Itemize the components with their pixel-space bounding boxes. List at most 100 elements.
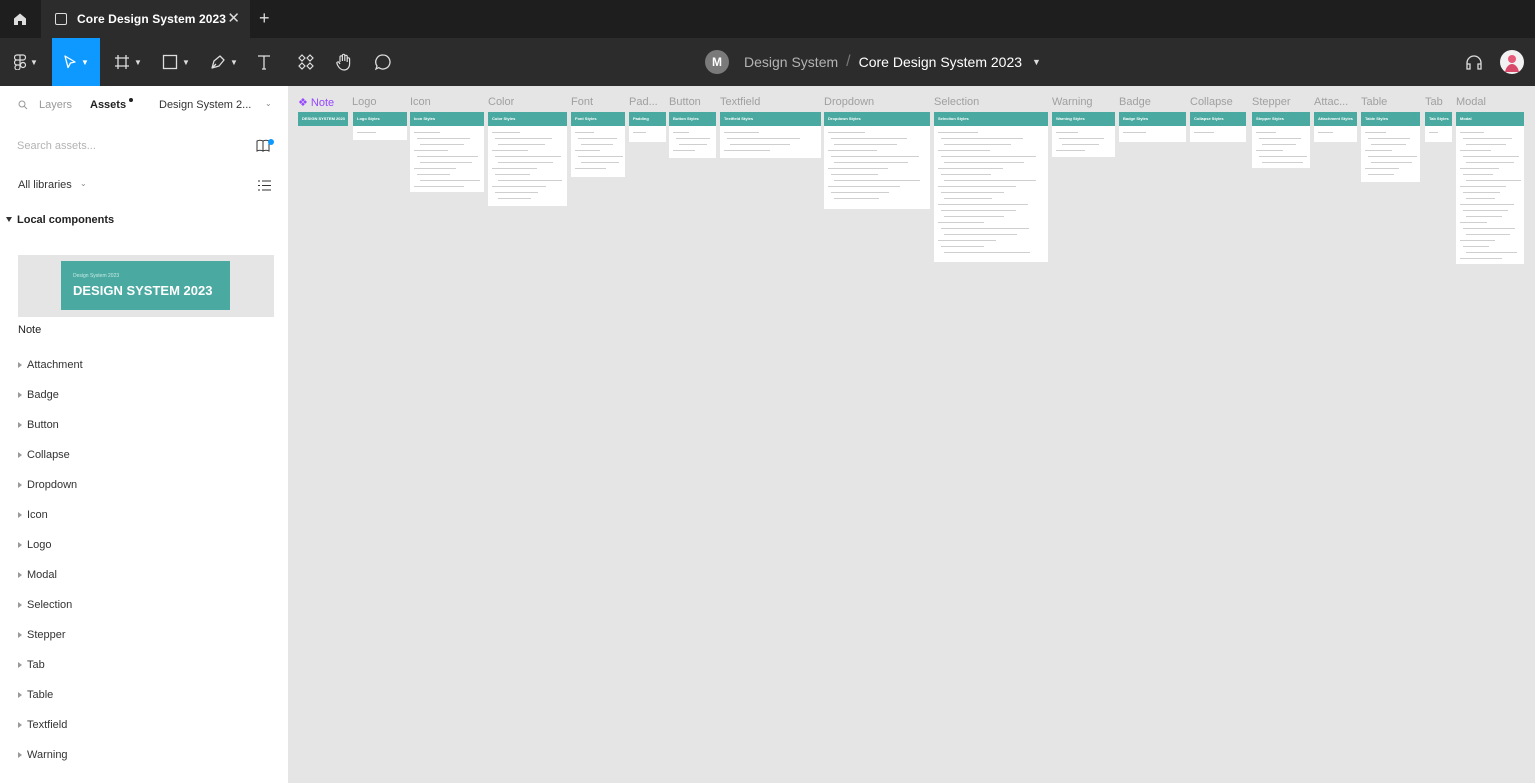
user-avatar[interactable]	[1498, 38, 1526, 86]
canvas-frame-16[interactable]: Tab Styles	[1425, 112, 1452, 142]
tab-assets[interactable]: Assets	[90, 99, 126, 111]
comment-tool[interactable]	[371, 38, 395, 86]
frame-label-10[interactable]: Warning	[1052, 96, 1093, 108]
canvas-frame-5[interactable]: Padding	[629, 112, 666, 142]
frame-content-line	[1429, 132, 1439, 133]
chevron-down-icon: ▼	[30, 57, 38, 67]
chevron-down-icon[interactable]: ⌄	[80, 179, 87, 188]
frame-label-16[interactable]: Tab	[1425, 96, 1443, 108]
component-group-stepper[interactable]: Stepper	[0, 621, 288, 651]
component-group-warning[interactable]: Warning	[0, 741, 288, 771]
frame-header-title: Logo Styles	[357, 116, 380, 121]
component-group-button[interactable]: Button	[0, 411, 288, 441]
canvas-frame-3[interactable]: Color Styles	[488, 112, 567, 206]
frame-label-5[interactable]: Pad...	[629, 96, 658, 108]
canvas-frame-15[interactable]: Table Styles	[1361, 112, 1420, 182]
component-group-logo[interactable]: Logo	[0, 531, 288, 561]
close-icon[interactable]: ✕	[227, 11, 240, 26]
audio-button[interactable]	[1462, 38, 1486, 86]
new-tab-button[interactable]: +	[259, 9, 270, 27]
libraries-filter[interactable]: All libraries	[18, 179, 72, 191]
frame-label-12[interactable]: Collapse	[1190, 96, 1233, 108]
frame-content-line	[724, 150, 771, 151]
frame-content-line	[1466, 144, 1507, 145]
resources-tool[interactable]	[294, 38, 318, 86]
canvas-frame-13[interactable]: Stepper Styles	[1252, 112, 1310, 168]
component-group-badge[interactable]: Badge	[0, 381, 288, 411]
frame-content-line	[1259, 138, 1301, 139]
component-group-table[interactable]: Table	[0, 681, 288, 711]
text-tool[interactable]	[252, 38, 276, 86]
frame-label-9[interactable]: Selection	[934, 96, 979, 108]
canvas-frame-7[interactable]: Textfield Styles	[720, 112, 821, 158]
note-component-thumbnail[interactable]: Design System 2023 DESIGN SYSTEM 2023	[18, 255, 274, 317]
canvas-frame-10[interactable]: Warning Styles	[1052, 112, 1115, 157]
component-group-textfield[interactable]: Textfield	[0, 711, 288, 741]
team-name[interactable]: Design System	[744, 54, 838, 70]
triangle-right-icon	[18, 422, 22, 428]
component-group-selection[interactable]: Selection	[0, 591, 288, 621]
frame-label-6[interactable]: Button	[669, 96, 701, 108]
design-canvas[interactable]: ❖ Note DESIGN SYSTEM 2023 Logo Logo Styles I…	[290, 86, 1535, 783]
frame-header: Collapse Styles	[1190, 112, 1246, 126]
component-group-collapse[interactable]: Collapse	[0, 441, 288, 471]
canvas-frame-4[interactable]: Font Styles	[571, 112, 625, 177]
list-view-icon[interactable]	[258, 180, 271, 191]
frame-label-13[interactable]: Stepper	[1252, 96, 1291, 108]
frame-content-line	[581, 144, 613, 145]
frame-label-2[interactable]: Icon	[410, 96, 431, 108]
component-group-label: Stepper	[27, 629, 66, 641]
frame-label-17[interactable]: Modal	[1456, 96, 1486, 108]
frame-content-line	[938, 222, 984, 223]
canvas-frame-11[interactable]: Badge Styles	[1119, 112, 1186, 142]
file-tab[interactable]: Core Design System 2023 ✕	[41, 0, 250, 38]
hand-tool[interactable]	[332, 38, 356, 86]
thumb-title: DESIGN SYSTEM 2023	[73, 283, 213, 298]
pen-icon	[211, 55, 225, 69]
library-selector[interactable]: Design System 2...	[159, 99, 251, 111]
frame-label-4[interactable]: Font	[571, 96, 593, 108]
frame-content-line	[420, 162, 472, 163]
triangle-right-icon	[18, 692, 22, 698]
cursor-icon	[64, 55, 76, 69]
component-group-attachment[interactable]: Attachment	[0, 351, 288, 381]
frame-label-0[interactable]: ❖ Note	[298, 96, 334, 109]
frame-content-line	[727, 138, 800, 139]
frame-content-line	[730, 144, 790, 145]
frame-label-3[interactable]: Color	[488, 96, 514, 108]
canvas-frame-1[interactable]: Logo Styles	[353, 112, 407, 140]
chevron-down-icon[interactable]: ▼	[1032, 57, 1041, 67]
component-group-tab[interactable]: Tab	[0, 651, 288, 681]
canvas-frame-8[interactable]: Dropdown Styles	[824, 112, 930, 209]
canvas-frame-12[interactable]: Collapse Styles	[1190, 112, 1246, 142]
main-menu-button[interactable]: ▼	[8, 38, 44, 86]
chevron-down-icon[interactable]: ⌄	[265, 99, 272, 108]
frame-label-14[interactable]: Attac...	[1314, 96, 1348, 108]
frame-label-7[interactable]: Textfield	[720, 96, 760, 108]
frame-label-8[interactable]: Dropdown	[824, 96, 874, 108]
canvas-frame-9[interactable]: Selection Styles	[934, 112, 1048, 262]
move-tool[interactable]: ▼	[52, 38, 100, 86]
canvas-frame-14[interactable]: Attachment Styles	[1314, 112, 1357, 142]
home-button[interactable]	[0, 0, 40, 38]
frame-label-15[interactable]: Table	[1361, 96, 1387, 108]
search-input[interactable]: Search assets...	[17, 140, 96, 152]
component-group-icon[interactable]: Icon	[0, 501, 288, 531]
canvas-frame-6[interactable]: Button Styles	[669, 112, 716, 158]
component-group-dropdown[interactable]: Dropdown	[0, 471, 288, 501]
canvas-frame-17[interactable]: Modal	[1456, 112, 1524, 264]
component-group-modal[interactable]: Modal	[0, 561, 288, 591]
team-avatar[interactable]: M	[705, 50, 729, 74]
frame-tool[interactable]: ▼	[108, 38, 148, 86]
tab-layers[interactable]: Layers	[39, 99, 72, 111]
frame-content-line	[941, 192, 1004, 193]
shape-tool[interactable]: ▼	[156, 38, 196, 86]
frame-label-1[interactable]: Logo	[352, 96, 376, 108]
library-book-icon[interactable]	[256, 139, 274, 153]
canvas-frame-2[interactable]: Icon Styles	[410, 112, 484, 192]
pen-tool[interactable]: ▼	[204, 38, 244, 86]
canvas-frame-0[interactable]: DESIGN SYSTEM 2023	[298, 112, 348, 126]
frame-label-11[interactable]: Badge	[1119, 96, 1151, 108]
file-name[interactable]: Core Design System 2023	[859, 54, 1022, 70]
local-components-header[interactable]: Local components	[0, 206, 288, 238]
